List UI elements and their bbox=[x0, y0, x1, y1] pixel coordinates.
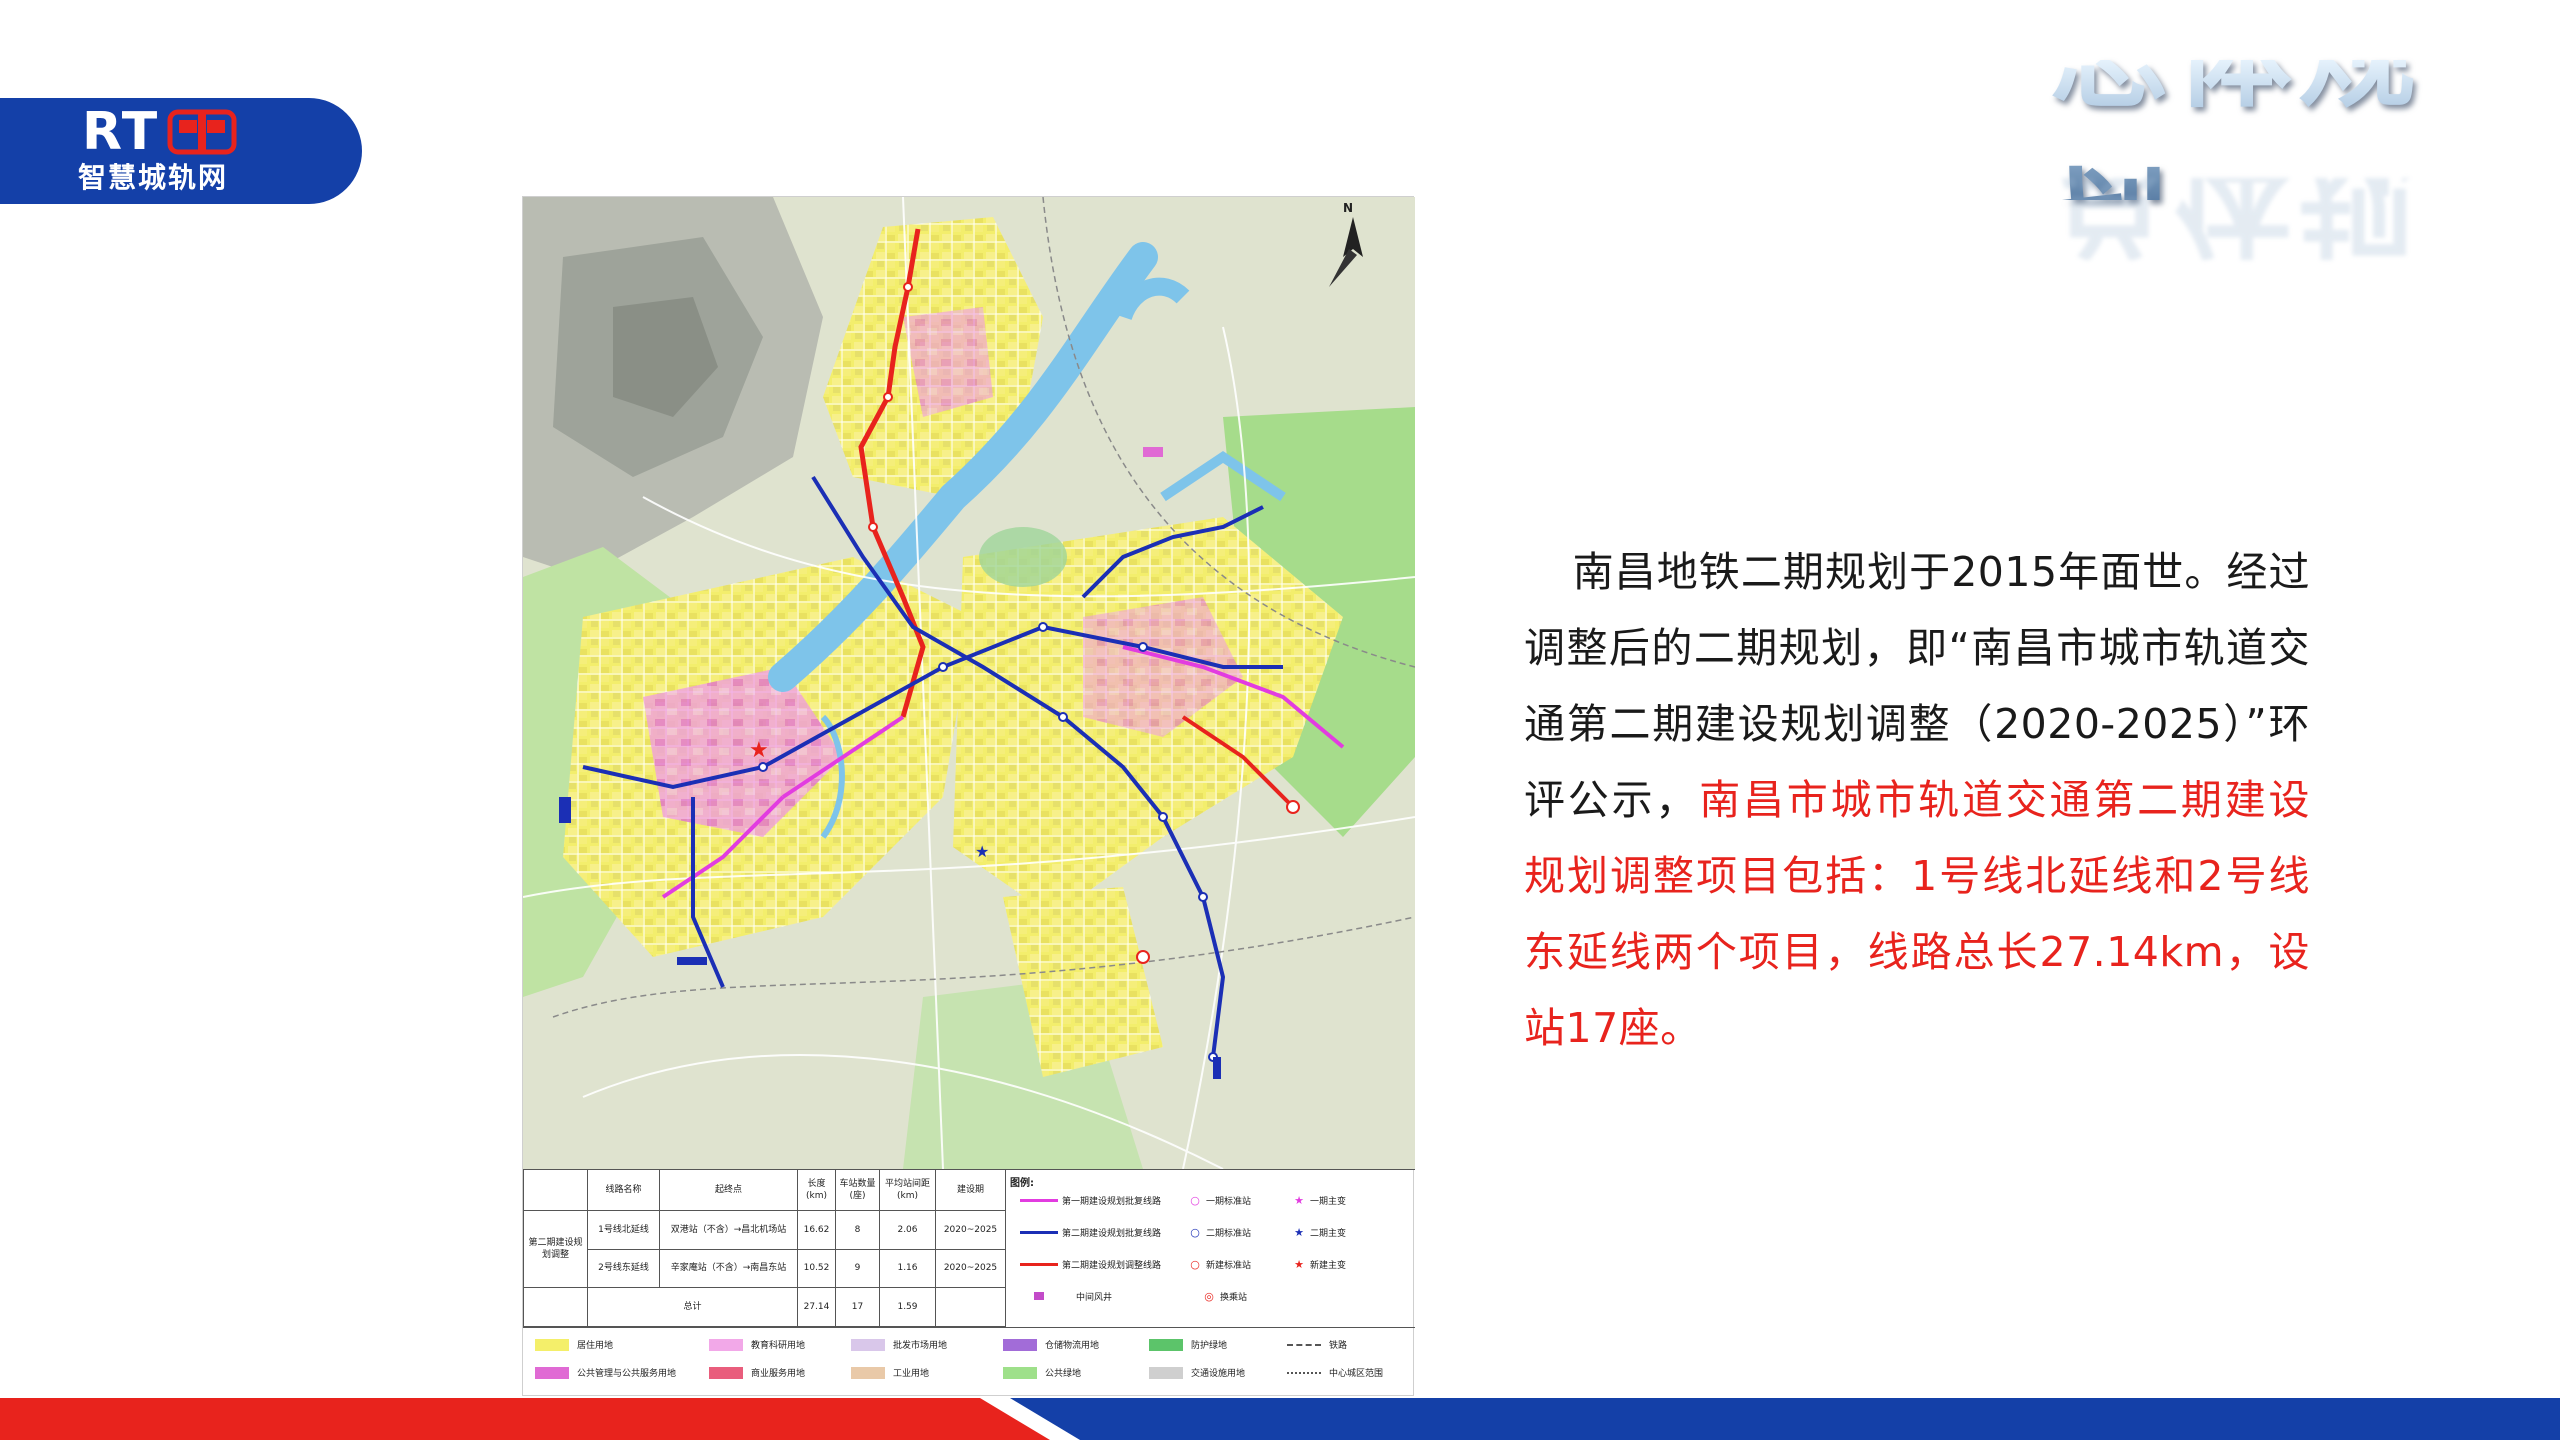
table-cell: 16.62 bbox=[797, 1209, 836, 1250]
legend-star-label: 二期主变 bbox=[1310, 1228, 1347, 1239]
train-icon bbox=[167, 109, 237, 155]
table-header: 车站数量(座) bbox=[835, 1169, 880, 1211]
table-cell: 17 bbox=[835, 1287, 880, 1327]
table-cell: 2.06 bbox=[879, 1209, 936, 1250]
compass-label: N bbox=[1343, 201, 1354, 215]
legend-row: 中间风井 ◎ 换乘站 bbox=[1020, 1286, 1410, 1306]
table-header: 起终点 bbox=[659, 1169, 798, 1211]
table-header bbox=[523, 1169, 588, 1211]
table-cell: 2020~2025 bbox=[935, 1209, 1006, 1250]
table-cell: 8 bbox=[835, 1209, 880, 1250]
legend-line-swatch bbox=[1020, 1230, 1058, 1234]
legend-symbol-label: 二期标准站 bbox=[1206, 1228, 1252, 1239]
legend-item-label: 公共管理与公共服务用地 bbox=[577, 1369, 677, 1379]
table-cell: 1号线北延线 bbox=[587, 1209, 660, 1250]
legend-heading: 图例: bbox=[1010, 1178, 1034, 1189]
bottom-stripe bbox=[0, 1398, 2560, 1440]
svg-text:★: ★ bbox=[975, 842, 989, 861]
table-cell: 2号线东延线 bbox=[587, 1248, 660, 1289]
legend-item: 防护绿地 bbox=[1149, 1338, 1227, 1351]
legend-row: 第一期建设规划批复线路 ○ 一期标准站 ★ 一期主变 bbox=[1020, 1190, 1410, 1210]
table-header: 建设期 bbox=[935, 1169, 1006, 1211]
legend-item-label: 教育科研用地 bbox=[751, 1341, 806, 1351]
landuse-legend: 居住用地 教育科研用地 批发市场用地 仓储物流用地 防护绿地 铁路 公共管理与公… bbox=[523, 1327, 1415, 1397]
legend-item: 仓储物流用地 bbox=[1003, 1338, 1099, 1351]
transfer-station-icon: ◎ bbox=[1204, 1289, 1214, 1303]
brand-logo[interactable]: RT 智慧城轨网 bbox=[0, 98, 362, 204]
legend-item: 教育科研用地 bbox=[709, 1338, 805, 1351]
station-icon: ○ bbox=[1190, 1257, 1200, 1271]
line-legend: 图例: 第一期建设规划批复线路 ○ 一期标准站 ★ 一期主变 第二期建设规划批复… bbox=[1005, 1169, 1415, 1327]
legend-item: 居住用地 bbox=[535, 1338, 613, 1351]
logo-mark: RT bbox=[82, 104, 237, 160]
svg-text:★: ★ bbox=[749, 738, 769, 763]
legend-star-label: 一期主变 bbox=[1310, 1196, 1347, 1207]
legend-item: 公共绿地 bbox=[1003, 1366, 1081, 1379]
shaft-icon bbox=[1034, 1292, 1044, 1300]
legend-item-label: 商业服务用地 bbox=[751, 1369, 806, 1379]
table-total-row: 总计 27.14 17 1.59 bbox=[523, 1287, 1006, 1327]
legend-symbol-label: 换乘站 bbox=[1220, 1292, 1248, 1303]
legend-item: 批发市场用地 bbox=[851, 1338, 947, 1351]
table-header: 长度(km) bbox=[797, 1169, 836, 1211]
station-icon: ○ bbox=[1190, 1193, 1200, 1207]
table-header: 平均站间距(km) bbox=[879, 1169, 936, 1211]
legend-line-label: 第一期建设规划批复线路 bbox=[1062, 1196, 1162, 1207]
legend-item: 公共管理与公共服务用地 bbox=[535, 1366, 676, 1379]
table-cell: 双港站（不含）→昌北机场站 bbox=[659, 1209, 798, 1250]
legend-item-label: 铁路 bbox=[1329, 1341, 1348, 1351]
table-header-row: 线路名称 起终点 长度(km) 车站数量(座) 平均站间距(km) 建设期 bbox=[523, 1169, 1006, 1211]
table-header: 线路名称 bbox=[587, 1169, 660, 1211]
legend-item-label: 仓储物流用地 bbox=[1045, 1341, 1100, 1351]
city-map: ★ ★ bbox=[523, 197, 1415, 1169]
line-info-table: 线路名称 起终点 长度(km) 车站数量(座) 平均站间距(km) 建设期 第二… bbox=[523, 1169, 1006, 1327]
legend-item: 中心城区范围 bbox=[1287, 1366, 1383, 1379]
legend-star-label: 新建主变 bbox=[1310, 1260, 1347, 1271]
table-cell: 1.59 bbox=[879, 1287, 936, 1327]
legend-item: 铁路 bbox=[1287, 1338, 1347, 1351]
legend-item-label: 防护绿地 bbox=[1191, 1341, 1228, 1351]
legend-item: 交通设施用地 bbox=[1149, 1366, 1245, 1379]
star-icon: ★ bbox=[1294, 1257, 1304, 1271]
table-row: 2号线东延线 辛家庵站（不含）→南昌东站 10.52 9 1.16 2020~2… bbox=[524, 1248, 1006, 1289]
page-title-reflection: 总体规划 bbox=[2050, 178, 2423, 260]
legend-item-label: 居住用地 bbox=[577, 1341, 614, 1351]
legend-symbol-label: 新建标准站 bbox=[1206, 1260, 1252, 1271]
table-cell: 10.52 bbox=[797, 1248, 836, 1289]
legend-item: 工业用地 bbox=[851, 1366, 929, 1379]
table-cell: 辛家庵站（不含）→南昌东站 bbox=[659, 1248, 798, 1289]
legend-item-label: 批发市场用地 bbox=[893, 1341, 948, 1351]
legend-row: 第二期建设规划批复线路 ○ 二期标准站 ★ 二期主变 bbox=[1020, 1222, 1410, 1242]
legend-item-label: 工业用地 bbox=[893, 1369, 930, 1379]
table-cell: 9 bbox=[835, 1248, 880, 1289]
legend-line-label: 第二期建设规划调整线路 bbox=[1062, 1260, 1162, 1271]
table-cell: 27.14 bbox=[797, 1287, 836, 1327]
legend-line-swatch bbox=[1020, 1198, 1058, 1202]
logo-subtitle: 智慧城轨网 bbox=[78, 161, 229, 194]
logo-brand-text: RT bbox=[82, 102, 160, 162]
legend-item-label: 交通设施用地 bbox=[1191, 1369, 1246, 1379]
table-cell: 1.16 bbox=[879, 1248, 936, 1289]
legend-line-swatch bbox=[1020, 1262, 1058, 1266]
description-paragraph: 南昌地铁二期规划于2015年面世。经过调整后的二期规划，即“南昌市城市轨道交通第… bbox=[1524, 534, 2310, 1066]
legend-line-label: 中间风井 bbox=[1076, 1292, 1113, 1303]
legend-item-label: 公共绿地 bbox=[1045, 1369, 1082, 1379]
legend-symbol-label: 一期标准站 bbox=[1206, 1196, 1252, 1207]
page-title-group: 总体规划 总体规划 bbox=[2050, 0, 2542, 295]
table-cell: 2020~2025 bbox=[935, 1248, 1006, 1289]
star-icon: ★ bbox=[1294, 1225, 1304, 1239]
star-icon: ★ bbox=[1294, 1193, 1304, 1207]
legend-row: 第二期建设规划调整线路 ○ 新建标准站 ★ 新建主变 bbox=[1020, 1254, 1410, 1274]
legend-line-label: 第二期建设规划批复线路 bbox=[1062, 1228, 1162, 1239]
rail-plan-figure: ★ ★ N 线路名称 起终点 长度(km) 车站数量(座) 平均站间距(km) … bbox=[522, 196, 1415, 1397]
legend-item: 商业服务用地 bbox=[709, 1366, 805, 1379]
station-icon: ○ bbox=[1190, 1225, 1200, 1239]
table-group-label: 第二期建设规划调整 bbox=[523, 1209, 588, 1289]
table-row: 第二期建设规划调整 1号线北延线 双港站（不含）→昌北机场站 16.62 8 2… bbox=[523, 1209, 1006, 1289]
legend-item-label: 中心城区范围 bbox=[1329, 1369, 1384, 1379]
table-cell: 总计 bbox=[587, 1287, 798, 1327]
